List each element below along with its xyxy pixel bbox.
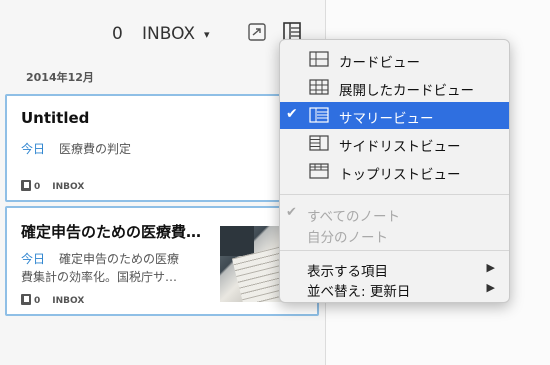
tag-count: 0	[34, 182, 41, 192]
summary-view-icon	[309, 107, 329, 123]
note-list-toolbar: 0 INBOX ▾	[0, 0, 325, 62]
card-view-icon	[309, 51, 329, 67]
checkmark-icon: ✔	[286, 205, 297, 220]
note-snippet: 医療費の判定	[59, 142, 132, 156]
menu-item-card-view[interactable]: カードビュー	[280, 46, 509, 73]
note-date: 今日	[21, 142, 46, 156]
menu-item-summary-view[interactable]: ✔ サマリービュー	[280, 102, 509, 129]
note-count: 0	[112, 24, 123, 44]
menu-item-my-notes: 自分のノート	[307, 230, 388, 246]
chevron-down-icon[interactable]: ▾	[204, 28, 210, 41]
note-list-pane: 0 INBOX ▾ 2014年12月 Untitled 今日 医療費の判定 0I…	[0, 0, 326, 365]
menu-item-expanded-card-view[interactable]: 展開したカードビュー	[280, 74, 509, 101]
tag-count: 0	[34, 296, 41, 306]
note-snippet-continued: 費集計の効率化。国税庁サ…	[21, 270, 178, 284]
submenu-arrow-icon: ▶	[486, 261, 495, 274]
tag-icon	[21, 294, 31, 305]
submenu-arrow-icon: ▶	[486, 281, 495, 294]
note-notebook: INBOX	[52, 296, 85, 306]
note-card[interactable]: 確定申告のための医療費集計の効率化。国税庁サ… 今日 確定申告のための医療 費集…	[5, 206, 319, 316]
menu-separator	[280, 250, 509, 251]
menu-separator	[280, 194, 509, 195]
menu-item-top-list-view[interactable]: トップリストビュー	[280, 158, 509, 185]
side-list-view-icon	[309, 135, 329, 151]
note-notebook: INBOX	[52, 182, 85, 192]
month-header: 2014年12月	[26, 71, 94, 84]
view-options-menu: カードビュー 展開したカードビュー ✔ サマリービュー サイドリストビュー トッ…	[279, 39, 510, 303]
top-list-view-icon	[309, 163, 329, 179]
menu-item-sort-by[interactable]: 並べ替え: 更新日 ▶	[280, 275, 509, 302]
note-date: 今日	[21, 252, 46, 266]
share-icon[interactable]	[247, 22, 267, 42]
expanded-card-view-icon	[309, 79, 329, 95]
menu-item-side-list-view[interactable]: サイドリストビュー	[280, 130, 509, 157]
note-snippet: 確定申告のための医療	[59, 252, 180, 266]
note-card[interactable]: Untitled 今日 医療費の判定 0 INBOX	[5, 94, 319, 202]
note-meta: 0 INBOX	[21, 180, 84, 192]
note-title: 確定申告のための医療費集計の効率化。国税庁サ…	[21, 223, 207, 241]
checkmark-icon: ✔	[286, 106, 298, 122]
note-title: Untitled	[21, 109, 90, 127]
notebook-selector[interactable]: INBOX	[142, 24, 195, 44]
note-meta: 0 INBOX	[21, 294, 84, 306]
tag-icon	[21, 180, 31, 191]
